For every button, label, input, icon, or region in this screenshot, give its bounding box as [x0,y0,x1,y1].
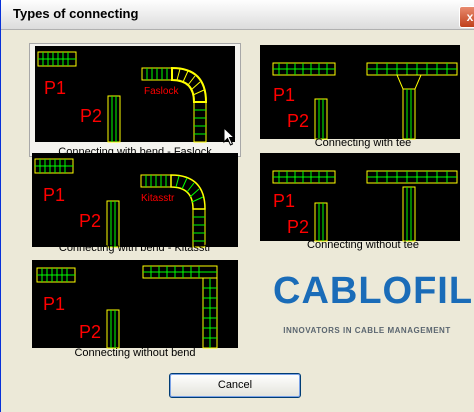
mouse-pointer-icon [223,127,236,146]
logo-wordmark: CABLOFIL [273,270,474,312]
title-bar: Types of connecting x [1,0,474,30]
p2-label: P2 [79,211,101,231]
close-button[interactable]: x [459,6,474,28]
option-caption: Connecting without bend [74,347,196,359]
without-tee-preview: P1 P2 [260,153,460,242]
p2-label: P2 [79,322,101,342]
tee-preview: P1 P2 [260,45,460,140]
kitasstr-label: Kitasstr [141,193,175,204]
p1-label: P1 [43,185,65,205]
bend-faslock-preview: P1 P2 Faslock [35,46,235,143]
p1-label: P1 [44,78,66,98]
window-title: Types of connecting [13,6,139,21]
option-tee[interactable]: P1 P2 Connecting with tee [257,43,469,157]
option-without-bend[interactable]: P1 P2 Connecting without bend [29,258,241,372]
option-caption: Connecting without tee [307,239,419,251]
p1-label: P1 [43,294,65,314]
connecting-types-dialog: Types of connecting x P1 P2 Faslock Conn… [0,0,474,412]
cancel-button[interactable]: Cancel [169,373,301,398]
p2-label: P2 [80,106,102,126]
option-caption: Connecting with tee [314,137,412,149]
option-without-tee[interactable]: P1 P2 Connecting without tee [257,151,469,265]
logo-tagline: INNOVATORS IN CABLE MANAGEMENT [283,326,451,335]
p2-label: P2 [287,111,309,131]
p1-label: P1 [273,85,295,105]
p2-label: P2 [287,217,309,237]
option-bend-kitasstr[interactable]: P1 P2 Kitasstr Connecting with bend - Ki… [29,151,241,265]
faslock-label: Faslock [144,86,179,97]
without-bend-preview: P1 P2 [32,260,238,349]
p1-label: P1 [273,191,295,211]
cablofil-logo: CABLOFIL INNOVATORS IN CABLE MANAGEMENT [273,270,474,340]
option-bend-faslock[interactable]: P1 P2 Faslock Connecting with bend - Fas… [29,43,241,158]
bend-kitasstr-preview: P1 P2 Kitasstr [32,153,238,248]
option-caption: Connecting with bend - Kitasstr [58,242,212,254]
